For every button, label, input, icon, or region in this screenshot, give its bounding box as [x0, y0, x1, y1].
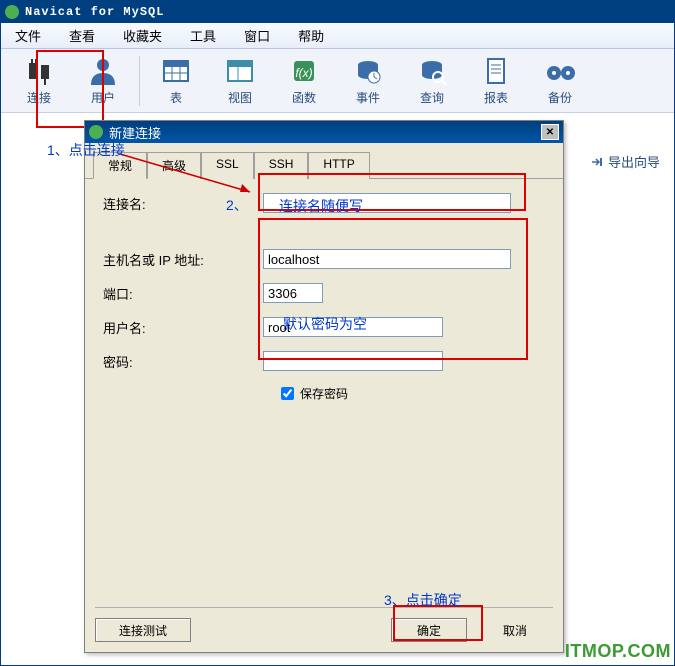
- toolbar-function-button[interactable]: f(x) 函数: [272, 51, 336, 111]
- cancel-button[interactable]: 取消: [477, 618, 553, 642]
- user-icon: [87, 55, 119, 87]
- toolbar-query-label: 查询: [420, 89, 444, 106]
- window-titlebar: Navicat for MySQL: [1, 1, 674, 23]
- toolbar-report-label: 报表: [484, 89, 508, 106]
- toolbar-report-button[interactable]: 报表: [464, 51, 528, 111]
- test-connection-button[interactable]: 连接测试: [95, 618, 191, 642]
- toolbar: 连接 用户 表 视图: [1, 49, 674, 113]
- save-password-checkbox[interactable]: [281, 387, 294, 400]
- toolbar-view-button[interactable]: 视图: [208, 51, 272, 111]
- ok-button[interactable]: 确定: [391, 618, 467, 642]
- dialog-button-row: 连接测试 确定 取消: [95, 607, 553, 642]
- toolbar-event-label: 事件: [356, 89, 380, 106]
- tab-ssl[interactable]: SSL: [201, 152, 254, 179]
- annotation-step1: 1、点击连接: [47, 140, 125, 160]
- app-icon: [5, 5, 19, 19]
- table-icon: [160, 55, 192, 87]
- report-icon: [480, 55, 512, 87]
- annotation-step2-text: 连接名随便写: [279, 196, 363, 216]
- toolbar-connect-label: 连接: [27, 89, 51, 106]
- menu-tools[interactable]: 工具: [176, 22, 230, 49]
- toolbar-table-label: 表: [170, 89, 182, 106]
- save-password-label: 保存密码: [300, 385, 348, 402]
- annotation-step2-num: 2、: [226, 195, 248, 215]
- window-title: Navicat for MySQL: [25, 5, 164, 19]
- label-user: 用户名:: [103, 318, 263, 337]
- dialog-titlebar: 新建连接 ✕: [85, 121, 563, 143]
- view-icon: [224, 55, 256, 87]
- plug-icon: [23, 55, 55, 87]
- toolbar-view-label: 视图: [228, 89, 252, 106]
- port-input[interactable]: [263, 283, 323, 303]
- toolbar-event-button[interactable]: 事件: [336, 51, 400, 111]
- watermark: ITMOP.COM: [565, 641, 671, 662]
- password-input[interactable]: [263, 351, 443, 371]
- menubar: 文件 查看 收藏夹 工具 窗口 帮助: [1, 23, 674, 49]
- function-icon: f(x): [288, 55, 320, 87]
- label-pass: 密码:: [103, 352, 263, 371]
- annotation-step3-text: 默认密码为空: [283, 314, 367, 334]
- toolbar-table-button[interactable]: 表: [144, 51, 208, 111]
- dialog-icon: [89, 125, 103, 139]
- event-icon: [352, 55, 384, 87]
- toolbar-users-label: 用户: [91, 89, 115, 106]
- dialog-title: 新建连接: [109, 123, 541, 142]
- tab-ssh[interactable]: SSH: [254, 152, 309, 179]
- tab-http[interactable]: HTTP: [308, 152, 369, 179]
- toolbar-function-label: 函数: [292, 89, 316, 106]
- menu-favorites[interactable]: 收藏夹: [109, 22, 176, 49]
- toolbar-query-button[interactable]: 查询: [400, 51, 464, 111]
- toolbar-backup-label: 备份: [548, 89, 572, 106]
- backup-icon: [544, 55, 576, 87]
- dialog-tabs: 常规 高级 SSL SSH HTTP: [85, 143, 563, 179]
- toolbar-connect-button[interactable]: 连接: [7, 51, 71, 111]
- host-input[interactable]: [263, 249, 511, 269]
- menu-help[interactable]: 帮助: [284, 22, 338, 49]
- sidebar-export-wizard[interactable]: 导出向导: [590, 152, 660, 171]
- close-button[interactable]: ✕: [541, 124, 559, 140]
- menu-window[interactable]: 窗口: [230, 22, 284, 49]
- toolbar-separator: [139, 56, 140, 106]
- tab-advanced[interactable]: 高级: [147, 152, 201, 179]
- annotation-step4: 3、点击确定: [384, 590, 462, 610]
- toolbar-backup-button[interactable]: 备份: [528, 51, 592, 111]
- export-icon: [590, 155, 604, 169]
- toolbar-users-button[interactable]: 用户: [71, 51, 135, 111]
- menu-view[interactable]: 查看: [55, 22, 109, 49]
- label-host: 主机名或 IP 地址:: [103, 250, 263, 269]
- label-port: 端口:: [103, 284, 263, 303]
- query-icon: [416, 55, 448, 87]
- menu-file[interactable]: 文件: [1, 22, 55, 49]
- svg-text:f(x): f(x): [295, 66, 312, 80]
